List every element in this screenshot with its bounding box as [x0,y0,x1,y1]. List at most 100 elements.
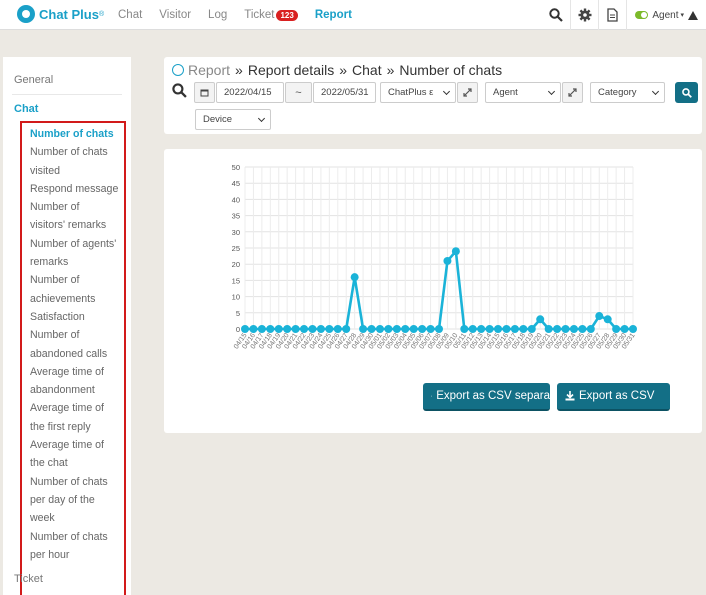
chatplus-logo[interactable]: Chat Plus ® [17,5,104,23]
data-point [266,325,275,333]
data-point [603,315,612,324]
sidebar-divider [12,94,122,95]
sidebar-item-agents-remarks[interactable]: Number of agents' [30,235,124,253]
search-icon[interactable] [542,0,570,30]
category-select[interactable]: Category [590,82,665,103]
sidebar-item-avg-first-reply[interactable]: Average time of [30,399,124,417]
y-tick-label: 30 [232,228,240,237]
data-point [544,325,553,333]
data-point [536,315,545,324]
data-point [510,325,519,333]
top-icons: Agent ▾ [542,0,706,30]
data-point [519,325,528,333]
data-point [502,325,511,333]
sidebar-item-satisfaction[interactable]: Satisfaction [30,308,124,326]
expand-site-icon[interactable] [457,82,478,103]
nav-ticket[interactable]: Ticket 123 [244,9,298,21]
agent-label: Agent [652,9,679,21]
sidebar-item-chats-per-hour-cont[interactable]: per hour [30,546,124,564]
sidebar-item-avg-chat-cont[interactable]: the chat [30,454,124,472]
data-point [485,325,494,333]
data-point [629,325,637,333]
report-filter-card: Report » Report details » Chat » Number … [164,57,702,134]
nav-log[interactable]: Log [208,9,227,21]
expand-agent-icon[interactable] [562,82,583,103]
data-point [283,325,292,333]
breadcrumb-report[interactable]: Report [188,62,230,78]
sidebar-item-chats-per-weekday-cont[interactable]: per day of the [30,491,124,509]
document-icon[interactable] [598,0,626,30]
sidebar-item-avg-chat[interactable]: Average time of [30,436,124,454]
data-point [375,325,384,333]
data-point [494,325,503,333]
agent-select[interactable]: Agent [485,82,561,103]
circle-icon [172,64,184,76]
export-csv-label: Export as CSV [579,390,655,402]
sidebar-item-chats-visited-cont[interactable]: visited [30,162,124,180]
calendar-icon[interactable] [194,82,215,103]
device-select[interactable]: Device [195,109,271,130]
number-of-chats-chart: 0510152025303540455004/1504/1604/1704/18… [232,163,637,351]
top-navbar: Chat Plus ® Chat Visitor Log Ticket 123 R… [0,0,706,30]
sidebar-item-avg-abandonment[interactable]: Average time of [30,363,124,381]
y-tick-label: 35 [232,212,240,221]
chat-report-list: Number of chats Number of chats visited … [20,121,126,595]
data-point [384,325,393,333]
report-sidebar: General Chat Number of chats Number of c… [3,57,131,595]
date-from-input[interactable]: 2022/04/15 [216,82,284,103]
logo-text: Chat Plus [39,6,99,22]
breadcrumb-details[interactable]: Report details [248,62,334,78]
sidebar-item-visitors-remarks-cont[interactable]: visitors' remarks [30,216,124,234]
main-nav: Chat Visitor Log Ticket 123 Report [118,0,369,30]
sidebar-item-achievements[interactable]: Number of [30,271,124,289]
export-csv-separate-button[interactable]: Export as CSV separa [423,383,550,411]
site-select[interactable]: ChatPlus ε [380,82,456,103]
data-point [443,256,452,265]
nav-report[interactable]: Report [315,9,352,21]
data-point [392,325,401,333]
sidebar-ticket[interactable]: Ticket [14,573,43,585]
breadcrumb-chat[interactable]: Chat [352,62,382,78]
data-point [274,325,283,333]
data-point [257,325,266,333]
sidebar-item-abandoned-calls-cont[interactable]: abandoned calls [30,345,124,363]
data-point [569,325,578,333]
sidebar-general[interactable]: General [14,74,53,86]
date-to-input[interactable]: 2022/05/31 [313,82,376,103]
sidebar-item-avg-abandonment-cont[interactable]: abandonment [30,381,124,399]
data-point [612,325,621,333]
sidebar-item-avg-first-reply-cont[interactable]: the first reply [30,418,124,436]
export-csv-button[interactable]: Export as CSV [557,383,670,411]
sidebar-item-chats-visited[interactable]: Number of chats [30,143,124,161]
data-point [477,325,486,333]
data-point [586,325,595,333]
y-tick-label: 40 [232,195,240,204]
chart-card: 0 5 10 15 20 25 30 35 40 45 50 04/15 04/16 04/17 04/18… [164,149,702,433]
chevron-down-icon [651,87,660,96]
data-point [300,325,309,333]
sidebar-item-number-of-chats[interactable]: Number of chats [30,125,124,143]
y-tick-label: 5 [236,309,240,318]
data-point [468,325,477,333]
range-separator: ~ [285,82,312,103]
sidebar-item-chats-per-weekday-cont2[interactable]: week [30,509,124,527]
data-point [249,325,258,333]
online-toggle-icon [635,11,649,19]
y-tick-label: 0 [236,325,240,334]
sidebar-chat-heading[interactable]: Chat [14,103,38,115]
sidebar-item-chats-per-hour[interactable]: Number of chats [30,528,124,546]
y-tick-label: 45 [232,179,240,188]
gear-icon[interactable] [570,0,598,30]
chevron-down-icon [257,114,266,123]
nav-visitor[interactable]: Visitor [159,9,191,21]
sidebar-item-respond-message[interactable]: Respond message [30,180,124,198]
nav-chat[interactable]: Chat [118,9,142,21]
sidebar-item-visitors-remarks[interactable]: Number of [30,198,124,216]
sidebar-item-abandoned-calls[interactable]: Number of [30,326,124,344]
agent-status-toggle[interactable]: Agent ▾ [626,0,706,30]
y-tick-label: 15 [232,276,240,285]
search-button[interactable] [675,82,698,103]
sidebar-item-achievements-cont[interactable]: achievements [30,290,124,308]
sidebar-item-chats-per-weekday[interactable]: Number of chats [30,473,124,491]
sidebar-item-agents-remarks-cont[interactable]: remarks [30,253,124,271]
